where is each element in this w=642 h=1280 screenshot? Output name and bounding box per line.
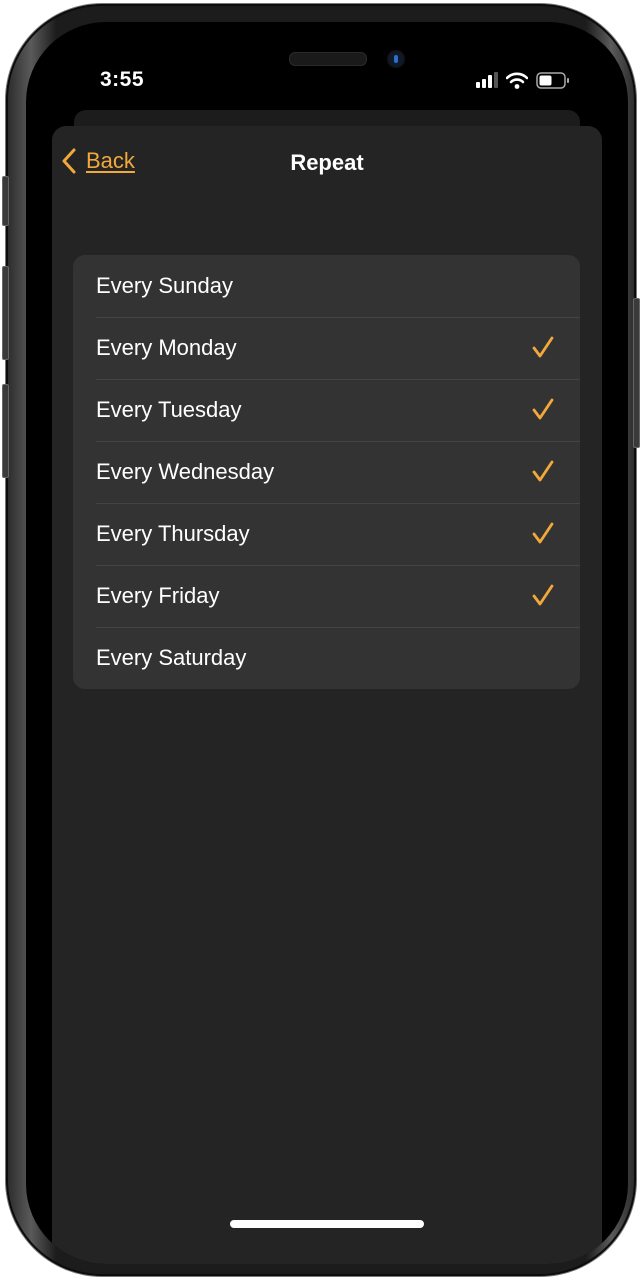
checkmark-icon <box>532 584 554 606</box>
repeat-option-sunday[interactable]: Every Sunday <box>73 255 580 317</box>
power-button <box>633 298 640 448</box>
front-camera <box>387 50 405 68</box>
volume-up-button <box>2 266 9 360</box>
page-title: Repeat <box>290 150 364 175</box>
repeat-option-wednesday[interactable]: Every Wednesday <box>73 441 580 503</box>
status-time: 3:55 <box>100 68 145 91</box>
option-label: Every Sunday <box>96 273 233 298</box>
option-label: Every Tuesday <box>96 397 242 422</box>
option-label: Every Thursday <box>96 521 250 546</box>
option-label: Every Friday <box>96 583 220 608</box>
action-button <box>2 176 9 226</box>
volume-down-button <box>2 384 9 478</box>
repeat-option-tuesday[interactable]: Every Tuesday <box>73 379 580 441</box>
repeat-option-thursday[interactable]: Every Thursday <box>73 503 580 565</box>
option-label: Every Saturday <box>96 645 247 670</box>
option-label: Every Monday <box>96 335 237 360</box>
repeat-sheet: Back Repeat Every Sunday Every Monday Ev… <box>52 126 602 1264</box>
wifi-icon <box>506 72 528 89</box>
repeat-option-monday[interactable]: Every Monday <box>73 317 580 379</box>
battery-icon <box>536 71 569 89</box>
repeat-option-friday[interactable]: Every Friday <box>73 565 580 627</box>
checkmark-icon <box>532 398 554 420</box>
cellular-signal-icon <box>476 72 498 88</box>
checkmark-icon <box>532 460 554 482</box>
home-indicator[interactable] <box>230 1220 424 1228</box>
screen: 3:55 Back Repeat Every Sunday Every Mond… <box>26 22 628 1264</box>
option-label: Every Wednesday <box>96 459 275 484</box>
repeat-option-saturday[interactable]: Every Saturday <box>73 627 580 689</box>
status-icons <box>476 70 570 90</box>
checkmark-icon <box>532 522 554 544</box>
repeat-options-list: Every Sunday Every Monday Every Tuesday … <box>73 255 580 689</box>
speaker <box>289 52 367 66</box>
checkmark-icon <box>532 336 554 358</box>
phone-frame: 3:55 Back Repeat Every Sunday Every Mond… <box>2 4 640 1276</box>
